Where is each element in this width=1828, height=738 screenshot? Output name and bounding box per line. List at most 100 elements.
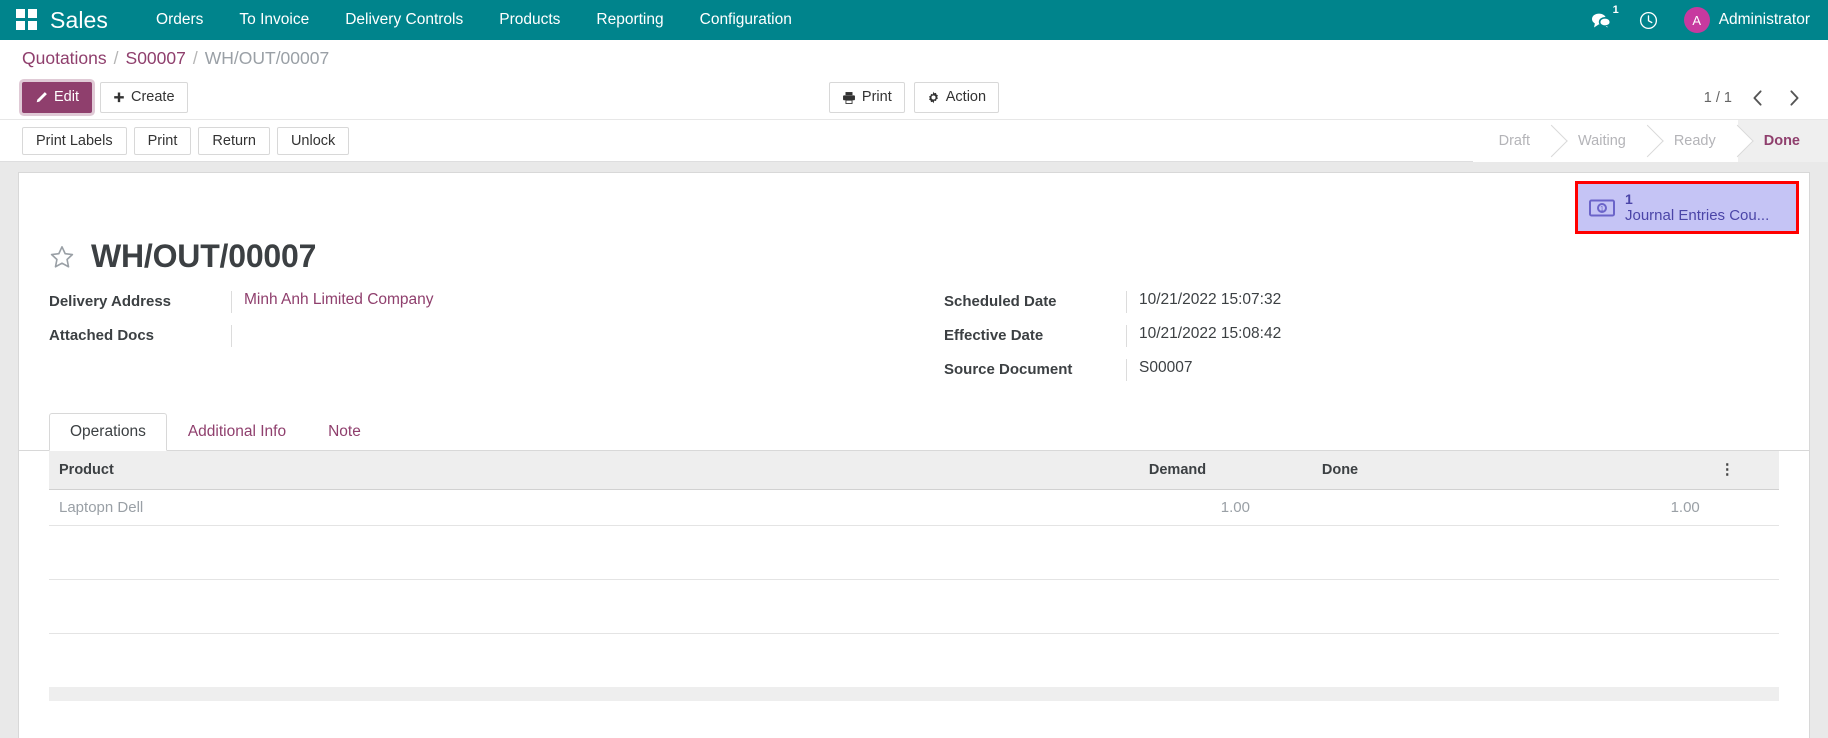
messages-count-badge: 1 — [1612, 4, 1619, 16]
form-sheet-container: 1 1 Journal Entries Cou... WH/OUT/00007 … — [0, 162, 1828, 738]
gear-icon — [927, 91, 940, 104]
field-label-source-document: Source Document — [944, 361, 1073, 379]
create-button[interactable]: Create — [100, 82, 188, 113]
field-value-attached-docs[interactable] — [231, 325, 884, 348]
menu-item-orders[interactable]: Orders — [138, 0, 221, 40]
table-empty-row — [49, 579, 1779, 634]
printer-icon — [842, 91, 856, 105]
create-button-label: Create — [131, 89, 175, 106]
breadcrumb-item-s00007[interactable]: S00007 — [126, 48, 186, 69]
print-button[interactable]: Print — [828, 82, 905, 113]
action-button[interactable]: Action — [913, 82, 1000, 113]
pager: 1 / 1 — [1704, 90, 1806, 106]
user-menu[interactable]: A Administrator — [1672, 7, 1814, 33]
unlock-button[interactable]: Unlock — [276, 126, 350, 155]
journal-entries-count-value: 1 — [1625, 191, 1633, 207]
table-header-row: Product Demand Done ⋮ — [49, 451, 1779, 490]
notebook: Operations Additional Info Note Product — [19, 413, 1809, 702]
status-bar: Print Labels Print Return Unlock Draft W… — [0, 119, 1828, 162]
notebook-tabs: Operations Additional Info Note — [19, 413, 1809, 452]
column-header-product[interactable]: Product — [49, 451, 568, 490]
cell-demand[interactable]: 1.00 — [1138, 489, 1260, 526]
control-panel-left: Edit Create — [22, 82, 188, 113]
tab-note[interactable]: Note — [307, 413, 382, 451]
return-button[interactable]: Return — [198, 126, 270, 155]
clock-icon[interactable] — [1625, 0, 1672, 40]
table-body: Laptopn Dell 1.00 1.00 — [49, 489, 1779, 687]
pencil-icon — [35, 91, 48, 104]
form-column-left: Delivery Address Minh Anh Limited Compan… — [49, 291, 884, 393]
menu-item-delivery-controls[interactable]: Delivery Controls — [327, 0, 481, 40]
breadcrumb-separator: / — [113, 47, 119, 68]
stat-button-box: 1 1 Journal Entries Cou... — [19, 173, 1809, 235]
messages-icon[interactable]: 1 — [1577, 0, 1625, 40]
form-fields: Delivery Address Minh Anh Limited Compan… — [19, 281, 1809, 401]
apps-grid-icon[interactable] — [16, 9, 38, 31]
column-header-blank-2 — [1259, 451, 1312, 490]
journal-entries-count-button[interactable]: 1 1 Journal Entries Cou... — [1578, 184, 1796, 232]
control-panel-center: Print Action — [814, 82, 1014, 113]
field-value-effective-date[interactable]: 10/21/2022 15:08:42 — [1126, 325, 1779, 348]
tab-additional-info[interactable]: Additional Info — [167, 413, 307, 451]
cell-blank-2 — [1259, 489, 1312, 526]
vertical-dots-icon[interactable]: ⋮ — [1709, 451, 1779, 490]
table-row[interactable]: Laptopn Dell 1.00 1.00 — [49, 489, 1779, 526]
field-attached-docs: Attached Docs — [49, 325, 884, 348]
table-header: Product Demand Done ⋮ — [49, 451, 1779, 490]
avatar: A — [1683, 7, 1710, 33]
breadcrumb-separator: / — [192, 47, 198, 68]
form-column-right: Scheduled Date 10/21/2022 15:07:32 Effec… — [944, 291, 1779, 393]
field-label-delivery-address: Delivery Address — [49, 293, 172, 311]
cell-product[interactable]: Laptopn Dell — [49, 489, 568, 526]
field-scheduled-date: Scheduled Date 10/21/2022 15:07:32 — [944, 291, 1779, 314]
navbar-right-tools: 1 A Administrator — [1577, 0, 1814, 40]
field-label-effective-date: Effective Date — [944, 327, 1044, 345]
cell-done[interactable]: 1.00 — [1311, 489, 1710, 526]
menu-item-configuration[interactable]: Configuration — [682, 0, 810, 40]
stat-button-text: 1 Journal Entries Cou... — [1625, 191, 1769, 224]
user-name-label: Administrator — [1718, 11, 1810, 28]
app-brand-sales[interactable]: Sales — [50, 7, 108, 34]
table-empty-row — [49, 525, 1779, 580]
status-stage-draft[interactable]: Draft — [1472, 119, 1553, 162]
operations-table: Product Demand Done ⋮ Laptopn Dell 1.00 … — [49, 451, 1779, 687]
edit-button-label: Edit — [54, 89, 79, 106]
menu-item-to-invoice[interactable]: To Invoice — [221, 0, 327, 40]
record-title-row: WH/OUT/00007 — [19, 234, 1809, 281]
print-button-label: Print — [861, 89, 892, 106]
tab-operations[interactable]: Operations — [49, 413, 167, 452]
print-labels-button[interactable]: Print Labels — [22, 126, 127, 155]
page-title: WH/OUT/00007 — [91, 238, 317, 275]
control-panel: Edit Create Print Action 1 / 1 — [0, 76, 1828, 120]
column-header-done[interactable]: Done — [1311, 451, 1710, 490]
field-value-source-document[interactable]: S00007 — [1126, 359, 1779, 382]
status-bar-buttons: Print Labels Print Return Unlock — [22, 126, 356, 155]
edit-button[interactable]: Edit — [22, 82, 92, 113]
list-footer-bar — [49, 687, 1779, 702]
field-label-attached-docs: Attached Docs — [49, 327, 155, 345]
field-value-delivery-address[interactable]: Minh Anh Limited Company — [231, 291, 884, 314]
star-outline-icon[interactable] — [49, 244, 75, 270]
chevron-left-icon[interactable] — [1746, 89, 1769, 106]
chevron-right-icon[interactable] — [1783, 89, 1806, 106]
field-source-document: Source Document S00007 — [944, 359, 1779, 382]
operations-list: Product Demand Done ⋮ Laptopn Dell 1.00 … — [19, 451, 1809, 687]
menu-item-products[interactable]: Products — [481, 0, 578, 40]
breadcrumb: Quotations / S00007 / WH/OUT/00007 — [0, 40, 1828, 76]
cell-optional — [1709, 489, 1779, 526]
money-bill-icon: 1 — [1589, 199, 1615, 217]
print-button-statusbar[interactable]: Print — [133, 126, 192, 155]
top-navbar: Sales Orders To Invoice Delivery Control… — [0, 0, 1828, 40]
table-empty-row — [49, 633, 1779, 687]
field-effective-date: Effective Date 10/21/2022 15:08:42 — [944, 325, 1779, 348]
breadcrumb-item-quotations[interactable]: Quotations — [22, 48, 107, 69]
column-header-blank-1 — [568, 451, 1139, 490]
field-value-scheduled-date[interactable]: 10/21/2022 15:07:32 — [1126, 291, 1779, 314]
svg-text:1: 1 — [1600, 206, 1604, 213]
status-pipeline: Draft Waiting Ready Done — [1472, 119, 1828, 162]
cell-blank-1 — [568, 489, 1139, 526]
action-button-label: Action — [945, 89, 987, 106]
column-header-demand[interactable]: Demand — [1138, 451, 1260, 490]
menu-item-reporting[interactable]: Reporting — [578, 0, 681, 40]
plus-icon — [113, 92, 125, 104]
